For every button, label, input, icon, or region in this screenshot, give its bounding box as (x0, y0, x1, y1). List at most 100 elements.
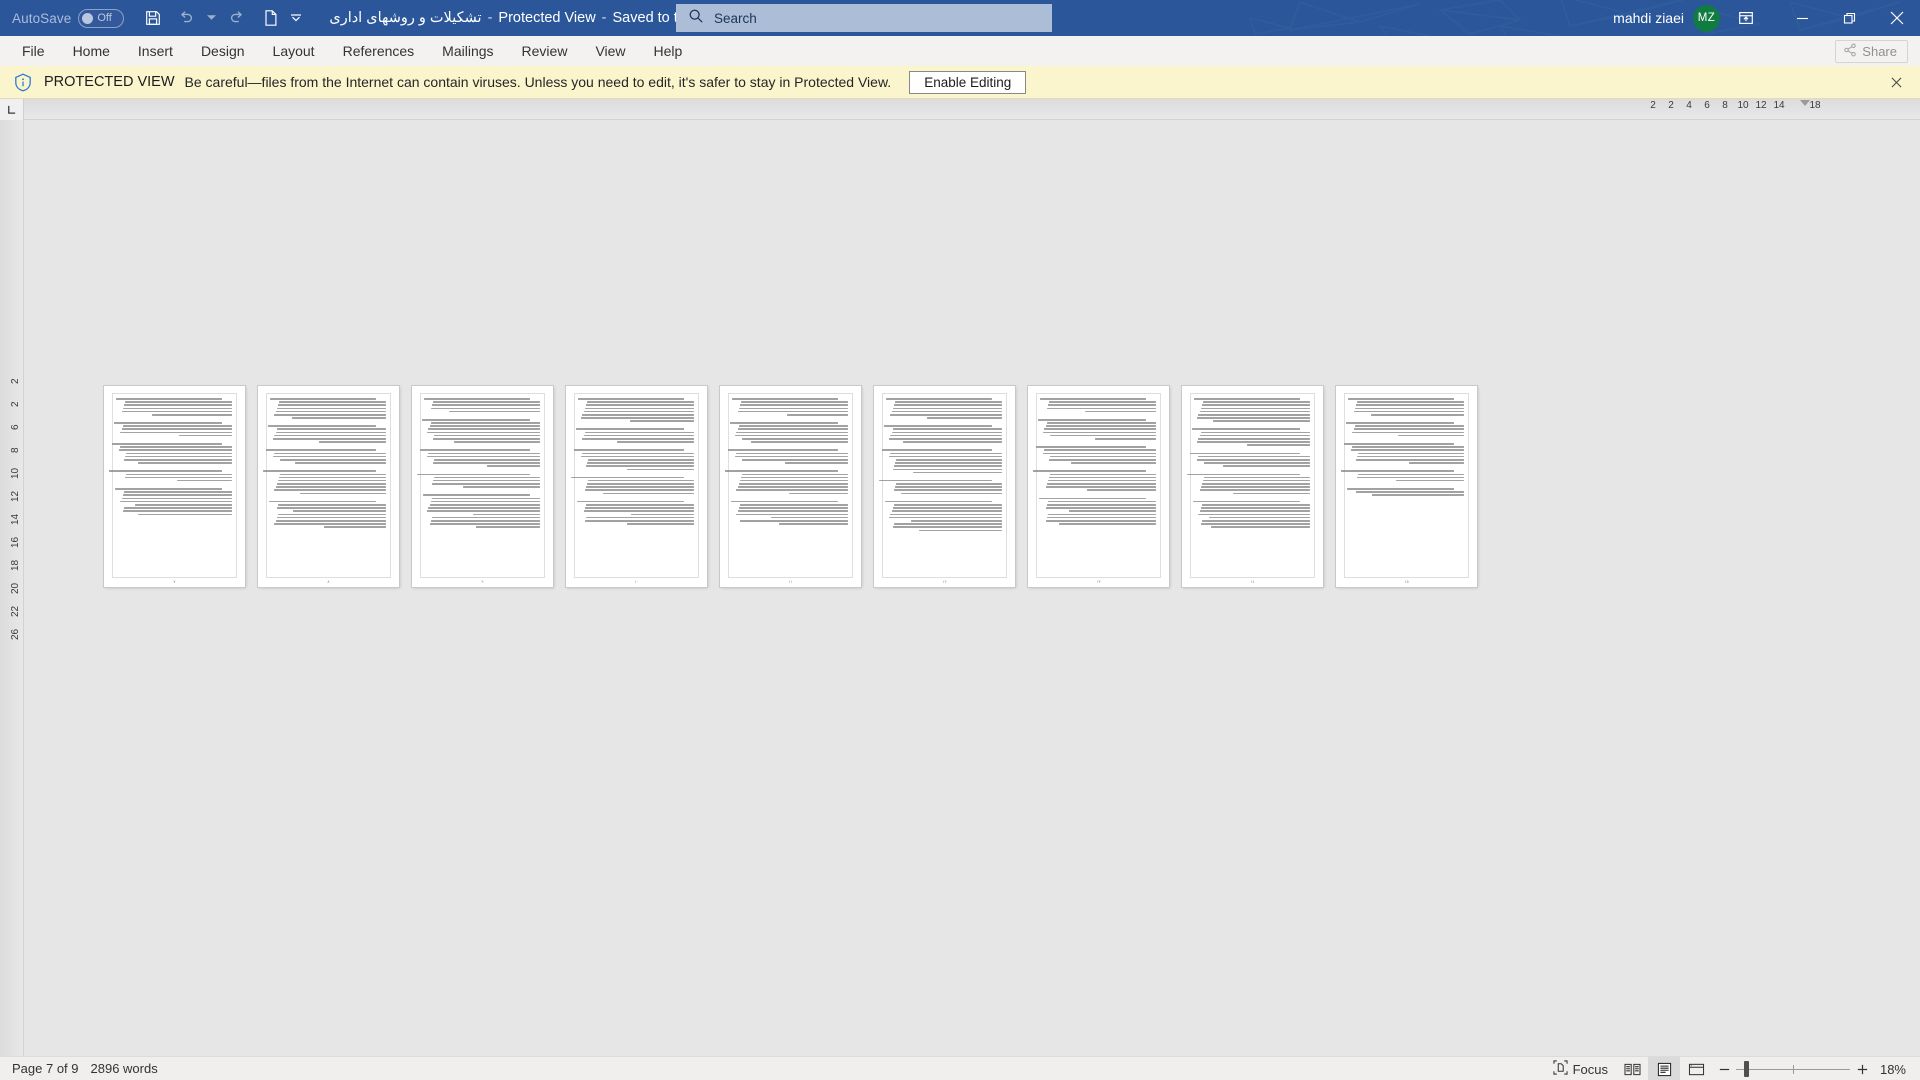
close-icon[interactable] (1873, 0, 1920, 36)
hruler-mark-1: 14 (1773, 100, 1785, 111)
text-line (434, 476, 540, 479)
document-page[interactable]: ١١ (720, 386, 861, 587)
tab-references[interactable]: References (329, 36, 429, 66)
text-line (1355, 458, 1464, 461)
view-print-layout-icon[interactable] (1648, 1057, 1680, 1080)
page-text-block (263, 393, 391, 578)
text-line (739, 404, 848, 406)
tab-help[interactable]: Help (640, 36, 697, 66)
text-line (585, 516, 694, 519)
ribbon-display-options-icon[interactable] (1724, 0, 1768, 36)
text-line (893, 465, 1002, 467)
horizontal-ruler[interactable] (0, 99, 1920, 120)
page-indicator[interactable]: Page 7 of 9 (12, 1061, 79, 1076)
document-page[interactable]: ١٥ (1336, 386, 1477, 587)
text-line (1208, 516, 1310, 519)
zoom-slider-thumb[interactable] (1744, 1061, 1749, 1077)
tab-stop-icon[interactable] (0, 99, 24, 120)
vruler-mark-6: 14 (10, 513, 21, 526)
document-page[interactable]: ١٤ (1182, 386, 1323, 587)
text-line (430, 422, 540, 424)
document-page[interactable]: ١٠ (566, 386, 707, 587)
zoom-slider[interactable] (1736, 1057, 1850, 1080)
text-line (433, 438, 540, 440)
text-line (430, 519, 540, 522)
autosave-toggle[interactable]: Off (78, 8, 125, 28)
document-page[interactable]: ٩ (412, 386, 553, 587)
text-line (431, 483, 540, 485)
tab-file[interactable]: File (8, 36, 59, 66)
page-number: ٩ (481, 579, 484, 584)
tab-insert[interactable]: Insert (124, 36, 187, 66)
text-line (1370, 413, 1464, 416)
tab-view[interactable]: View (581, 36, 639, 66)
text-line (881, 449, 992, 451)
account-area[interactable]: mahdi ziaei MZ (1613, 0, 1720, 36)
document-page[interactable]: ١٣ (1028, 386, 1169, 587)
enable-editing-button[interactable]: Enable Editing (909, 70, 1027, 94)
text-line (742, 458, 848, 461)
view-web-layout-icon[interactable] (1680, 1057, 1712, 1080)
autosave-control[interactable]: AutoSave Off (12, 8, 125, 28)
text-line (1201, 504, 1310, 506)
text-line (893, 404, 1002, 406)
text-line (1203, 401, 1310, 403)
text-line (120, 500, 232, 503)
view-read-mode-icon[interactable] (1616, 1057, 1648, 1080)
text-line (1200, 523, 1310, 525)
text-line (751, 441, 848, 443)
text-line (629, 420, 694, 422)
zoom-out-button[interactable] (1712, 1057, 1736, 1080)
search-input[interactable]: Search (676, 4, 1052, 32)
text-line (587, 462, 694, 464)
document-canvas[interactable]: ٧ ٨ ٩ ١٠ ١١ ١٢ ١٣ ١٤ ١٥ (25, 120, 1920, 1056)
avatar[interactable]: MZ (1693, 4, 1720, 32)
indent-marker-icon[interactable] (1800, 100, 1810, 106)
tab-home[interactable]: Home (59, 36, 124, 66)
text-line (1204, 476, 1310, 479)
restore-icon[interactable] (1826, 0, 1873, 36)
close-icon[interactable] (1886, 72, 1906, 92)
tab-mailings[interactable]: Mailings (428, 36, 507, 66)
zoom-level[interactable]: 18% (1874, 1062, 1920, 1077)
text-line (1087, 489, 1156, 492)
text-line (1204, 462, 1310, 464)
document-page[interactable]: ٧ (104, 386, 245, 587)
redo-icon[interactable] (222, 4, 252, 32)
page-number: ١٥ (1404, 579, 1409, 584)
document-page[interactable]: ١٢ (874, 386, 1015, 587)
text-line (135, 504, 232, 506)
undo-dropdown-chevron-down-icon[interactable] (204, 4, 219, 32)
text-line (738, 407, 848, 410)
hruler-mark-2: 12 (1755, 100, 1767, 111)
text-line (1232, 492, 1310, 495)
zoom-in-button[interactable] (1850, 1057, 1874, 1080)
document-page[interactable]: ٨ (258, 386, 399, 587)
text-line (277, 513, 386, 516)
text-line (585, 404, 694, 406)
text-line (582, 438, 694, 440)
tab-review[interactable]: Review (508, 36, 582, 66)
save-icon[interactable] (138, 4, 168, 32)
focus-mode-button[interactable]: Focus (1545, 1057, 1616, 1080)
tab-design[interactable]: Design (187, 36, 259, 66)
text-line (123, 491, 232, 493)
document-icon[interactable] (255, 4, 285, 32)
text-line (1357, 401, 1464, 403)
zoom-slider-midpoint (1793, 1065, 1794, 1074)
customize-quick-access-toolbar-chevron-down-icon[interactable] (288, 4, 303, 32)
word-count[interactable]: 2896 words (91, 1061, 158, 1076)
minimize-icon[interactable] (1779, 0, 1826, 36)
text-line (891, 431, 1002, 434)
tab-layout[interactable]: Layout (259, 36, 329, 66)
undo-icon[interactable] (171, 4, 201, 32)
text-line (274, 413, 386, 416)
text-line (1187, 473, 1300, 476)
